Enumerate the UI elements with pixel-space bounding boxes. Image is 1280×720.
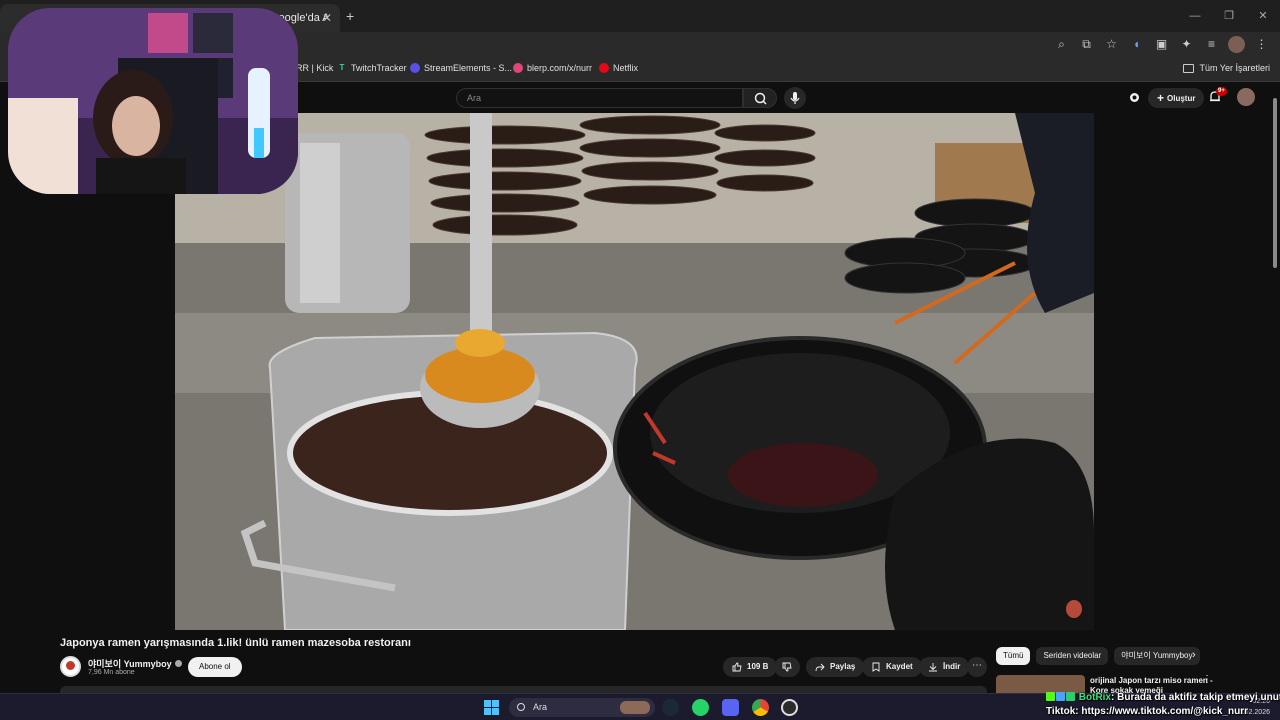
recommendation-chips: Tümü Seriden videolar 야미보이 Yummyboy [996, 647, 1200, 665]
video-title: Japonya ramen yarışmasında 1.lik! ünlü r… [60, 637, 411, 649]
download-button[interactable]: İndir [919, 657, 970, 677]
search-icon [517, 703, 525, 711]
plus-icon: + [1157, 91, 1165, 105]
voice-search-button[interactable] [784, 87, 806, 109]
all-bookmarks[interactable]: Tüm Yer İşaretleri [1183, 63, 1270, 73]
taskbar-search-label: Ara [533, 702, 548, 712]
subscriber-count: 7,96 Mn abone [88, 669, 135, 676]
save-label: Kaydet [886, 662, 913, 671]
chip-series[interactable]: Seriden videolar [1036, 647, 1109, 665]
thumbs-down-icon [782, 662, 792, 672]
microphone-icon [790, 92, 800, 104]
all-bookmarks-label: Tüm Yer İşaretleri [1199, 63, 1270, 73]
streamer-webcam-overlay [8, 8, 298, 194]
bookmark-netflix[interactable]: Netflix [599, 63, 638, 73]
extensions-puzzle-icon[interactable]: ✦ [1178, 36, 1195, 53]
page-scrollbar[interactable] [1272, 86, 1278, 286]
subscribe-button[interactable]: Abone ol [188, 657, 242, 677]
bot-badge-icon [1056, 692, 1065, 701]
save-button[interactable]: Kaydet [862, 657, 922, 677]
channel-name-text: 야미보이 Yummyboy [88, 659, 172, 669]
minimize-icon[interactable]: — [1178, 0, 1212, 32]
extension-audio-icon[interactable]: ◖ [1128, 36, 1145, 53]
media-control-icon[interactable]: ≡ [1203, 36, 1220, 53]
new-tab-icon[interactable]: + [346, 8, 354, 24]
bookmark-label: TwitchTracker [351, 63, 407, 73]
channel-avatar[interactable] [60, 656, 81, 677]
share-button[interactable]: Paylaş [806, 657, 865, 677]
bookmark-streamelements[interactable]: StreamElements - S... [410, 63, 512, 73]
chip-all[interactable]: Tümü [996, 647, 1031, 665]
chat-username: BotRix [1078, 692, 1112, 703]
whatsapp-icon[interactable] [692, 699, 709, 716]
tab-close-icon[interactable]: ✕ [322, 4, 332, 32]
chips-next-chevron-icon[interactable]: › [1192, 649, 1196, 661]
netflix-icon [599, 63, 609, 73]
bookmark-twitchtracker[interactable]: T TwitchTracker [337, 63, 407, 73]
bookmark-label: blerp.com/x/nurr [527, 63, 593, 73]
chat-message-tiktok: Tiktok: https://www.tiktok.com/@kick_nur… [1046, 706, 1249, 717]
mod-badge-icon [1066, 692, 1075, 701]
bookmark-label: Netflix [613, 63, 639, 73]
scrollbar-thumb[interactable] [1273, 98, 1277, 268]
bookmark-label: RR | Kick [296, 63, 334, 73]
account-avatar[interactable] [1237, 88, 1255, 106]
like-count: 109 B [747, 662, 769, 671]
search-highlight-image [620, 701, 650, 714]
like-button[interactable]: 109 B [723, 657, 778, 677]
window-controls: — ❐ ✕ [1178, 0, 1280, 32]
video-player[interactable] [175, 113, 1094, 630]
toolbar-icons: ⌕ ⧉ ☆ ◖ ▣ ✦ ≡ ⋮ [1053, 36, 1270, 53]
close-window-icon[interactable]: ✕ [1246, 0, 1280, 32]
bookmark-kick[interactable]: RR | Kick [296, 63, 333, 73]
chrome-icon[interactable] [752, 699, 769, 716]
chat-text: : Burada da aktifiz takip etmeyi unutma! [1111, 692, 1280, 703]
extension-icon[interactable]: ▣ [1153, 36, 1170, 53]
dislike-button[interactable] [774, 657, 800, 677]
download-icon [929, 663, 937, 672]
obs-icon[interactable] [781, 699, 798, 716]
download-label: İndir [943, 662, 961, 671]
bookmark-icon [872, 662, 880, 672]
install-app-icon[interactable]: ⧉ [1078, 36, 1095, 53]
bookmark-blerp[interactable]: blerp.com/x/nurr [513, 63, 592, 73]
taskbar-search[interactable]: Ara [509, 698, 655, 717]
share-arrow-icon [815, 663, 825, 672]
channel-watermark[interactable] [1066, 600, 1082, 618]
more-actions-icon[interactable]: ⋯ [967, 657, 987, 677]
video-frame [175, 113, 1094, 630]
windows-start-icon[interactable] [484, 700, 499, 715]
kick-badge-icon [1046, 692, 1055, 701]
profile-avatar-icon[interactable] [1228, 36, 1245, 53]
thumbs-up-icon [732, 662, 742, 672]
discord-icon[interactable] [722, 699, 739, 716]
bookmark-star-icon[interactable]: ☆ [1103, 36, 1120, 53]
create-label: Oluştur [1167, 94, 1196, 103]
search-button[interactable] [743, 88, 777, 108]
bookmark-label: StreamElements - S... [424, 63, 513, 73]
streamelements-icon [410, 63, 420, 73]
create-button[interactable]: + Oluştur [1148, 88, 1205, 108]
restore-icon[interactable]: ❐ [1212, 0, 1246, 32]
recommended-more-icon[interactable]: ⋮ [1202, 674, 1212, 685]
webcam-image [8, 8, 298, 194]
verified-check-icon [174, 660, 182, 667]
twitchtracker-icon: T [339, 63, 345, 72]
chat-message-botrix: BotRix: Burada da aktifiz takip etmeyi u… [1046, 692, 1280, 703]
search-icon [754, 92, 767, 105]
notification-count-badge: 9+ [1216, 87, 1227, 96]
rec-title-line1: orijinal Japon tarzı miso ramen - [1090, 676, 1213, 685]
steam-icon[interactable] [662, 699, 679, 716]
zoom-icon[interactable]: ⌕ [1053, 36, 1070, 53]
studio-gear-icon[interactable] [1128, 91, 1141, 104]
browser-menu-icon[interactable]: ⋮ [1253, 36, 1270, 53]
blerp-icon [513, 63, 523, 73]
chip-channel[interactable]: 야미보이 Yummyboy [1114, 647, 1200, 665]
share-label: Paylaş [830, 662, 856, 671]
search-input[interactable]: Ara [456, 88, 743, 108]
folder-icon [1183, 63, 1195, 73]
screen: ⌄ Google'da Ara ✕ + — ❐ ✕ ⌕ ⧉ ☆ ◖ ▣ ✦ ≡ … [0, 0, 1280, 720]
